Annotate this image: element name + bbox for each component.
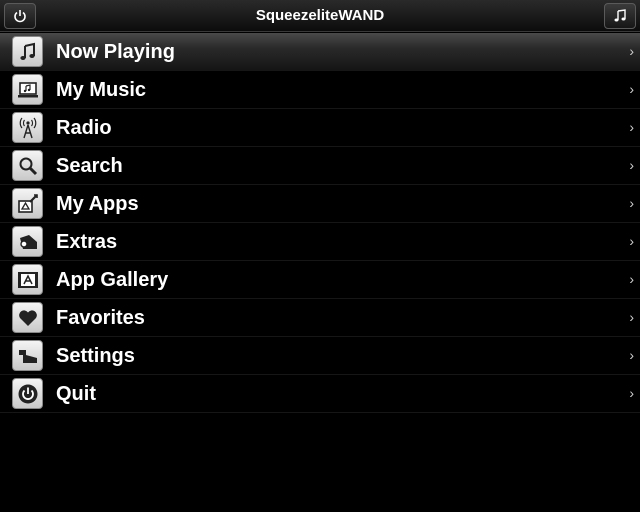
menu-item-now-playing[interactable]: Now Playing › <box>0 33 640 71</box>
chevron-right-icon: › <box>629 309 634 325</box>
chevron-right-icon: › <box>629 119 634 135</box>
menu-item-label: Radio <box>56 117 112 139</box>
home-menu: Now Playing › My Music › Radio › Search … <box>0 33 640 413</box>
chevron-right-icon: › <box>629 43 634 59</box>
menu-item-label: App Gallery <box>56 269 169 291</box>
heart-icon <box>12 302 43 333</box>
laptop-music-icon <box>12 74 43 105</box>
chevron-right-icon: › <box>629 195 634 211</box>
menu-item-quit[interactable]: Quit › <box>0 375 640 413</box>
menu-item-my-music[interactable]: My Music › <box>0 71 640 109</box>
menu-item-label: Quit <box>56 383 96 405</box>
menu-item-radio[interactable]: Radio › <box>0 109 640 147</box>
chevron-right-icon: › <box>629 81 634 97</box>
app-gallery-icon <box>12 264 43 295</box>
menu-item-label: My Apps <box>56 193 139 215</box>
menu-item-label: Search <box>56 155 123 177</box>
menu-item-settings[interactable]: Settings › <box>0 337 640 375</box>
menu-item-label: My Music <box>56 79 147 101</box>
title-bar: SqueezeliteWAND <box>0 0 640 32</box>
chevron-right-icon: › <box>629 271 634 287</box>
chevron-right-icon: › <box>629 385 634 401</box>
menu-item-extras[interactable]: Extras › <box>0 223 640 261</box>
chevron-right-icon: › <box>629 233 634 249</box>
power-icon <box>12 378 43 409</box>
chevron-right-icon: › <box>629 157 634 173</box>
settings-icon <box>12 340 43 371</box>
chevron-right-icon: › <box>629 347 634 363</box>
menu-item-label: Settings <box>56 345 135 367</box>
menu-item-my-apps[interactable]: My Apps › <box>0 185 640 223</box>
menu-item-app-gallery[interactable]: App Gallery › <box>0 261 640 299</box>
menu-item-label: Now Playing <box>56 41 175 63</box>
extras-icon <box>12 226 43 257</box>
music-note-icon <box>12 36 43 67</box>
menu-item-favorites[interactable]: Favorites › <box>0 299 640 337</box>
menu-item-label: Favorites <box>56 307 145 329</box>
apps-icon <box>12 188 43 219</box>
now-playing-button[interactable] <box>604 3 636 29</box>
radio-tower-icon <box>12 112 43 143</box>
magnifier-icon <box>12 150 43 181</box>
menu-item-search[interactable]: Search › <box>0 147 640 185</box>
app-title: SqueezeliteWAND <box>255 7 385 24</box>
menu-item-label: Extras <box>56 231 118 253</box>
music-note-icon <box>614 9 626 22</box>
